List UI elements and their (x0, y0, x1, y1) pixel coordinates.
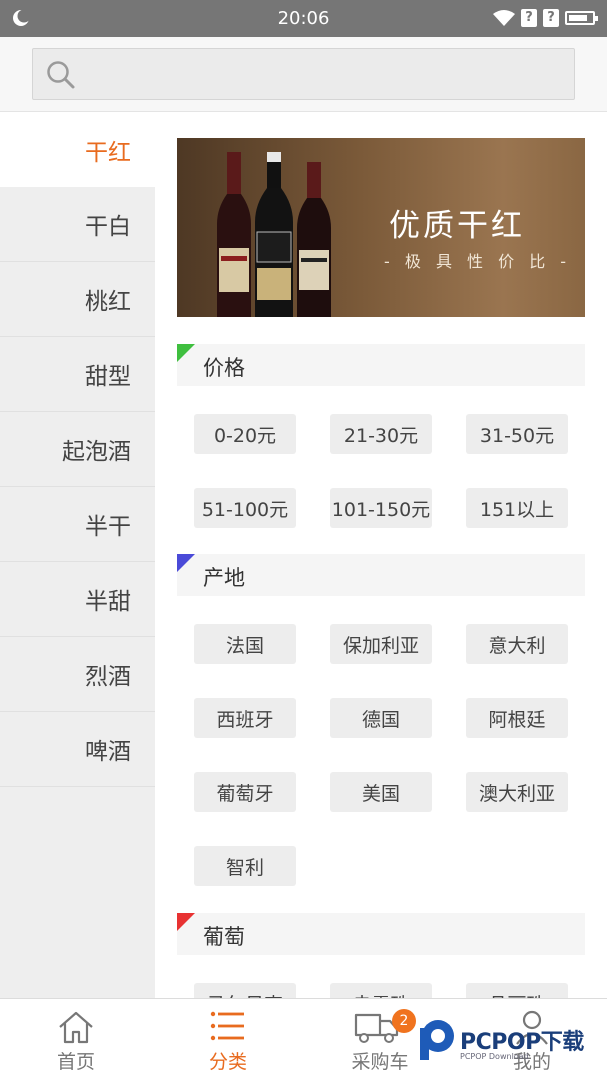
section-marker (177, 554, 195, 572)
filter-chip[interactable]: 31-50元 (466, 414, 568, 454)
sidebar-item-label: 半干 (85, 514, 131, 540)
filter-chip[interactable]: 马尔贝克 (194, 983, 296, 998)
promo-banner[interactable]: 优质干红 - 极 具 性 价 比 - (177, 138, 585, 317)
sidebar-item-label: 甜型 (85, 364, 131, 390)
filter-chip[interactable]: 21-30元 (330, 414, 432, 454)
search-input[interactable] (85, 57, 555, 91)
sidebar-item-spirits[interactable]: 烈酒 (0, 637, 155, 712)
wifi-icon (493, 10, 515, 26)
filter-chip[interactable]: 法国 (194, 624, 296, 664)
filter-chip[interactable]: 葡萄牙 (194, 772, 296, 812)
search-icon (47, 61, 75, 89)
pcpop-watermark: PCPOP下载 PCPOP Download (412, 1012, 607, 1072)
sidebar-item-dry-red[interactable]: 干红 (0, 112, 155, 187)
sidebar-item-label: 烈酒 (85, 664, 131, 690)
filter-chip[interactable]: 美国 (330, 772, 432, 812)
sidebar-item-sparkling[interactable]: 起泡酒 (0, 412, 155, 487)
category-list-icon (210, 1011, 244, 1041)
sim1-signal-icon: ? (521, 9, 537, 27)
sidebar-item-label: 干红 (85, 139, 131, 166)
sidebar-item-dry-white[interactable]: 干白 (0, 187, 155, 262)
section-title: 葡萄 (203, 925, 245, 949)
filter-chip[interactable]: 0-20元 (194, 414, 296, 454)
sidebar-item-rose[interactable]: 桃红 (0, 262, 155, 337)
home-icon (59, 1011, 93, 1044)
watermark-subtext: PCPOP Download (460, 1052, 529, 1061)
sidebar-item-semi-dry[interactable]: 半干 (0, 487, 155, 562)
sidebar-item-label: 半甜 (85, 589, 131, 615)
filter-chip[interactable]: 品丽珠 (466, 983, 568, 998)
status-icons: ? ? (493, 8, 598, 28)
banner-title: 优质干红 (389, 208, 525, 244)
filter-chip[interactable]: 智利 (194, 846, 296, 886)
tab-label: 首页 (56, 1051, 95, 1073)
section-header-grape: 葡萄 (177, 913, 585, 955)
filter-chip[interactable]: 101-150元 (330, 488, 432, 528)
filter-chip[interactable]: 德国 (330, 698, 432, 738)
tab-category[interactable]: 分类 (152, 999, 304, 1080)
category-content: 优质干红 - 极 具 性 价 比 - 价格 0-20元 21-30元 31-50… (155, 112, 607, 998)
sidebar-item-label: 啤酒 (85, 739, 131, 765)
filter-chip[interactable]: 51-100元 (194, 488, 296, 528)
tab-home[interactable]: 首页 (0, 999, 152, 1080)
search-bar (0, 37, 607, 112)
sidebar-item-label: 起泡酒 (62, 439, 131, 465)
filter-chip[interactable]: 阿根廷 (466, 698, 568, 738)
filter-chip[interactable]: 赤霞珠 (330, 983, 432, 998)
sidebar-item-label: 干白 (85, 214, 131, 240)
section-marker (177, 913, 195, 931)
filter-chip[interactable]: 西班牙 (194, 698, 296, 738)
section-title: 产地 (203, 566, 245, 590)
sim2-signal-icon: ? (543, 9, 559, 27)
wine-bottles-image (217, 152, 331, 317)
status-bar: 20:06 ? ? (0, 0, 607, 37)
section-header-origin: 产地 (177, 554, 585, 596)
banner-subtitle: - 极 具 性 价 比 - (384, 252, 572, 271)
tab-label: 分类 (208, 1051, 247, 1073)
category-sidebar: 干红 干白 桃红 甜型 起泡酒 半干 半甜 烈酒 啤酒 (0, 112, 155, 998)
filter-chip[interactable]: 151以上 (466, 488, 568, 528)
section-marker (177, 344, 195, 362)
sidebar-item-label: 桃红 (85, 289, 131, 315)
sidebar-item-beer[interactable]: 啤酒 (0, 712, 155, 787)
battery-icon (565, 11, 598, 25)
section-title: 价格 (203, 356, 245, 380)
filter-chip[interactable]: 意大利 (466, 624, 568, 664)
sidebar-item-semi-sweet[interactable]: 半甜 (0, 562, 155, 637)
filter-chip[interactable]: 保加利亚 (330, 624, 432, 664)
filter-chip[interactable]: 澳大利亚 (466, 772, 568, 812)
section-header-price: 价格 (177, 344, 585, 386)
search-box[interactable] (32, 48, 575, 100)
pcpop-logo-icon (420, 1020, 454, 1060)
sidebar-item-sweet[interactable]: 甜型 (0, 337, 155, 412)
